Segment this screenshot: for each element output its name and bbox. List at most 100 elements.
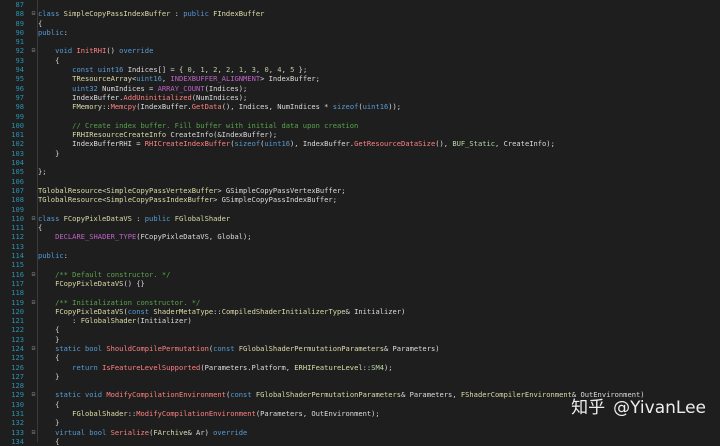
code-line[interactable]: 106 bbox=[0, 177, 720, 186]
code-line[interactable]: 122 { bbox=[0, 325, 720, 334]
code-token: uint32 bbox=[72, 83, 103, 93]
code-line[interactable]: 125 { bbox=[0, 353, 720, 362]
code-token: (), bbox=[435, 139, 453, 149]
code-text: DECLARE_SHADER_TYPE(FCopyPixleDataVS, Gl… bbox=[38, 232, 252, 242]
code-line[interactable]: 127 } bbox=[0, 372, 720, 381]
code-line[interactable]: 102 IndexBufferRHI = RHICreateIndexBuffe… bbox=[0, 139, 720, 148]
fold-toggle-icon[interactable]: ⊟ bbox=[30, 270, 37, 279]
line-number: 116 bbox=[11, 269, 24, 279]
code-token: , bbox=[204, 65, 214, 75]
code-line[interactable]: 123 } bbox=[0, 335, 720, 344]
code-token: GetData bbox=[191, 102, 222, 112]
code-token: () {} bbox=[123, 278, 145, 288]
code-token: CreateInfo(&IndexBuffer); bbox=[170, 130, 278, 140]
fold-toggle-icon[interactable]: ⊟ bbox=[30, 214, 37, 223]
code-token: AddUninitialized bbox=[123, 92, 192, 102]
code-token: & Initializer) bbox=[345, 306, 406, 316]
code-text: { bbox=[38, 223, 42, 232]
code-line[interactable]: 124 ⊟ static bool ShouldCompilePermutatio… bbox=[0, 344, 720, 353]
code-token: TGlobalResource bbox=[38, 185, 103, 195]
code-line[interactable]: 90 public: bbox=[0, 28, 720, 37]
fold-toggle-icon[interactable]: ⊟ bbox=[30, 46, 37, 55]
fold-toggle-icon[interactable]: ⊟ bbox=[30, 428, 37, 437]
code-line[interactable]: 100 // Create index buffer. Fill buffer … bbox=[0, 121, 720, 130]
code-line[interactable]: 126 return IsFeatureLevelSupported(Param… bbox=[0, 363, 720, 372]
code-token: (FCopyPixleDataVS, Global); bbox=[136, 232, 252, 242]
code-token: { bbox=[38, 55, 60, 65]
code-line[interactable]: 98 FMemory::Memcpy(IndexBuffer.GetData()… bbox=[0, 102, 720, 111]
code-line[interactable]: 97 IndexBuffer.AddUninitialized(NumIndic… bbox=[0, 93, 720, 102]
code-line[interactable]: 128 bbox=[0, 381, 720, 390]
line-number: 87 bbox=[15, 0, 24, 9]
code-token: FGlobalShader bbox=[80, 316, 137, 326]
code-token: IndexBufferRHI = bbox=[38, 139, 145, 149]
code-line[interactable]: 120 FCopyPixleDataVS(const ShaderMetaTyp… bbox=[0, 307, 720, 316]
code-line[interactable]: 101 FRHIResourceCreateInfo CreateInfo(&I… bbox=[0, 130, 720, 139]
code-text: TGlobalResource<SimpleCopyPassVertexBuff… bbox=[38, 186, 346, 195]
code-line[interactable]: 114 public: bbox=[0, 251, 720, 260]
code-line[interactable]: 93 { bbox=[0, 56, 720, 65]
code-text: } bbox=[38, 418, 59, 427]
code-line[interactable]: 115 bbox=[0, 260, 720, 269]
code-line[interactable]: 121 : FGlobalShader(Initializer) bbox=[0, 316, 720, 325]
line-number: 114 bbox=[11, 251, 24, 261]
code-token: : bbox=[63, 27, 68, 37]
code-token: Memcpy bbox=[110, 102, 137, 112]
code-token: FShaderCompilerEnvironment bbox=[460, 390, 572, 400]
code-token: { bbox=[38, 353, 60, 363]
code-line[interactable]: 134 { bbox=[0, 437, 720, 446]
line-number: 113 bbox=[11, 241, 24, 251]
code-text: TResourceArray<uint16, INDEXBUFFER_ALIGN… bbox=[38, 74, 320, 83]
code-token: :: bbox=[213, 306, 222, 316]
code-line[interactable]: 117 FCopyPixleDataVS() {} bbox=[0, 279, 720, 288]
code-line[interactable]: 116 ⊟ /** Default constructor. */ bbox=[0, 270, 720, 279]
code-line[interactable]: 109 bbox=[0, 205, 720, 214]
code-line[interactable]: 103 } bbox=[0, 149, 720, 158]
code-token: const bbox=[213, 343, 239, 353]
code-line[interactable]: 110 ⊟ class FCopyPixleDataVS : public FGlo… bbox=[0, 214, 720, 223]
code-token: , bbox=[217, 65, 226, 75]
line-number: 97 bbox=[15, 92, 24, 102]
code-text: FGlobalShader::ModifyCompilationEnvironm… bbox=[38, 409, 380, 418]
code-token: , bbox=[243, 65, 252, 75]
code-line[interactable]: 108 TGlobalResource<SimpleCopyPassIndexBu… bbox=[0, 195, 720, 204]
code-token: FArchive bbox=[153, 427, 188, 437]
code-token: public bbox=[38, 251, 64, 261]
code-line[interactable]: 119 ⊟ /** Initialization constructor. */ bbox=[0, 298, 720, 307]
fold-toggle-icon[interactable]: ⊟ bbox=[30, 390, 37, 399]
code-line[interactable]: 92 ⊟ void InitRHI() override bbox=[0, 46, 720, 55]
code-line[interactable]: 113 bbox=[0, 242, 720, 251]
code-line[interactable]: 99 bbox=[0, 112, 720, 121]
code-line[interactable]: 87 bbox=[0, 0, 720, 9]
code-token: & Parameters) bbox=[383, 343, 440, 353]
code-line[interactable]: 111 { bbox=[0, 223, 720, 232]
code-line[interactable]: 118 bbox=[0, 288, 720, 297]
code-token: /** Initialization constructor. */ bbox=[55, 297, 201, 307]
code-token: () bbox=[106, 46, 120, 56]
code-text: /** Initialization constructor. */ bbox=[38, 298, 200, 307]
code-line[interactable]: 112 DECLARE_SHADER_TYPE(FCopyPixleDataVS… bbox=[0, 232, 720, 241]
code-line[interactable]: 105}; bbox=[0, 167, 720, 176]
code-line[interactable]: 132 } bbox=[0, 418, 720, 427]
code-editor[interactable]: 87 88 ⊟ class SimpleCopyPassIndexBuffer : p… bbox=[0, 0, 720, 446]
code-line[interactable]: 96 uint32 NumIndices = ARRAY_COUNT(Indic… bbox=[0, 84, 720, 93]
code-line[interactable]: 95 TResourceArray<uint16, INDEXBUFFER_AL… bbox=[0, 74, 720, 83]
line-number: 132 bbox=[11, 418, 24, 428]
code-line[interactable]: 104 bbox=[0, 158, 720, 167]
fold-toggle-icon[interactable]: ⊟ bbox=[30, 298, 37, 307]
code-token: { bbox=[38, 399, 60, 409]
code-line[interactable]: 91 bbox=[0, 37, 720, 46]
code-line[interactable]: 88 ⊟ class SimpleCopyPassIndexBuffer : pub… bbox=[0, 9, 720, 18]
code-token: :: bbox=[127, 409, 137, 419]
code-line[interactable]: 94 const uint16 Indices[] = { 0, 1, 2, 2… bbox=[0, 65, 720, 74]
line-number: 115 bbox=[11, 260, 24, 270]
line-number: 107 bbox=[11, 185, 24, 195]
code-line[interactable]: 133 ⊟ virtual bool Serialize(FArchive& Ar… bbox=[0, 428, 720, 437]
fold-toggle-icon[interactable]: ⊟ bbox=[30, 344, 37, 353]
code-token: :: bbox=[362, 362, 372, 372]
code-line[interactable]: 89 { bbox=[0, 19, 720, 28]
fold-toggle-icon[interactable]: ⊟ bbox=[30, 9, 37, 18]
code-line[interactable]: 107 TGlobalResource<SimpleCopyPassVertexB… bbox=[0, 186, 720, 195]
